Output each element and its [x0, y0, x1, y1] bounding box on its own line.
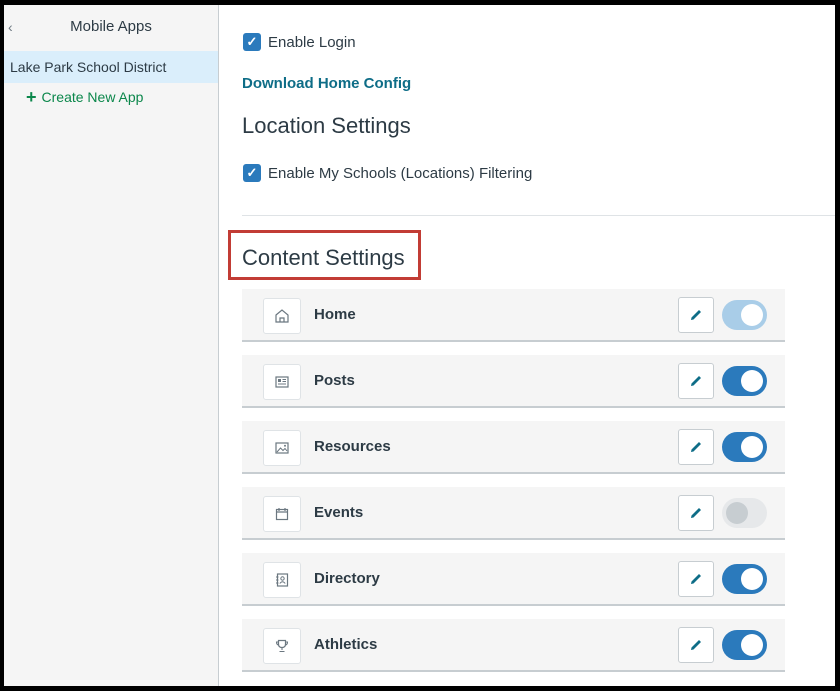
- content-row-posts: Posts: [242, 355, 785, 408]
- toggle-knob: [741, 436, 763, 458]
- toggle-knob: [741, 568, 763, 590]
- address-book-icon: [263, 562, 301, 598]
- image-icon: [263, 430, 301, 466]
- edit-posts-button[interactable]: [678, 363, 714, 399]
- content-row-label: Resources: [314, 438, 391, 455]
- content-row-label: Directory: [314, 570, 380, 587]
- create-new-app-button[interactable]: + Create New App: [26, 87, 218, 107]
- content-settings-list: Home Posts Resources Events Directory At…: [242, 289, 785, 685]
- filtering-row: ✓ Enable My Schools (Locations) Filterin…: [243, 164, 532, 182]
- content-row-athletics: Athletics: [242, 619, 785, 672]
- home-icon: [263, 298, 301, 334]
- newspaper-icon: [263, 364, 301, 400]
- toggle-knob: [741, 370, 763, 392]
- pencil-icon: [691, 508, 701, 518]
- app-window: ‹ Mobile Apps Lake Park School District …: [4, 5, 835, 686]
- athletics-toggle[interactable]: [722, 630, 767, 660]
- edit-events-button[interactable]: [678, 495, 714, 531]
- pencil-icon: [691, 574, 701, 584]
- content-row-label: Athletics: [314, 636, 378, 653]
- resources-toggle[interactable]: [722, 432, 767, 462]
- content-row-label: Events: [314, 504, 364, 521]
- sidebar-title: Mobile Apps: [70, 18, 152, 35]
- content-row-resources: Resources: [242, 421, 785, 474]
- download-home-config-link[interactable]: Download Home Config: [242, 75, 411, 92]
- sidebar-header: ‹ Mobile Apps: [4, 5, 218, 51]
- section-divider: [242, 215, 835, 216]
- pencil-icon: [691, 310, 701, 320]
- enable-login-label: Enable Login: [268, 33, 356, 51]
- sidebar-item-district[interactable]: Lake Park School District: [4, 51, 218, 83]
- pencil-icon: [691, 376, 701, 386]
- calendar-icon: [263, 496, 301, 532]
- trophy-icon: [263, 628, 301, 664]
- edit-athletics-button[interactable]: [678, 627, 714, 663]
- enable-filtering-label: Enable My Schools (Locations) Filtering: [268, 164, 533, 182]
- enable-login-checkbox[interactable]: ✓: [243, 33, 261, 51]
- enable-filtering-checkbox[interactable]: ✓: [243, 164, 261, 182]
- edit-home-button[interactable]: [678, 297, 714, 333]
- content-row-directory: Directory: [242, 553, 785, 606]
- edit-directory-button[interactable]: [678, 561, 714, 597]
- toggle-knob: [726, 502, 748, 524]
- enable-login-row: ✓ Enable Login: [243, 33, 356, 51]
- toggle-knob: [741, 304, 763, 326]
- home-toggle[interactable]: [722, 300, 767, 330]
- directory-toggle[interactable]: [722, 564, 767, 594]
- pencil-icon: [691, 640, 701, 650]
- posts-toggle[interactable]: [722, 366, 767, 396]
- content-row-events: Events: [242, 487, 785, 540]
- pencil-icon: [691, 442, 701, 452]
- toggle-knob: [741, 634, 763, 656]
- content-settings-heading: Content Settings: [242, 245, 405, 270]
- location-settings-heading: Location Settings: [242, 113, 411, 138]
- create-new-app-label: Create New App: [41, 89, 144, 105]
- plus-icon: +: [26, 87, 37, 107]
- content-row-label: Home: [314, 306, 356, 323]
- content-row-home: Home: [242, 289, 785, 342]
- edit-resources-button[interactable]: [678, 429, 714, 465]
- events-toggle[interactable]: [722, 498, 767, 528]
- main-content: ✓ Enable Login Download Home Config Loca…: [220, 5, 835, 686]
- content-row-label: Posts: [314, 372, 355, 389]
- sidebar: ‹ Mobile Apps Lake Park School District …: [4, 5, 219, 686]
